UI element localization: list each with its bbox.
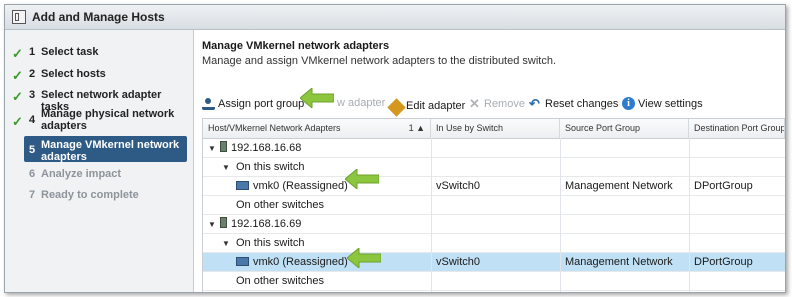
column-divider xyxy=(431,138,432,292)
host-name: 192.168.16.69 xyxy=(231,218,302,230)
page-title: Manage VMkernel network adapters xyxy=(202,40,390,52)
annotation-arrow-icon xyxy=(300,88,334,108)
table-row-adapter-selected[interactable]: vmk0 (Reassigned) vSwitch0 Management Ne… xyxy=(203,253,785,272)
remove-label: Remove xyxy=(484,97,525,110)
group-label: On this switch xyxy=(236,237,305,249)
sort-ascending-icon: 1 ▲ xyxy=(408,123,425,133)
toolbar: Assign port group w adapter Edit adapter… xyxy=(202,97,782,117)
table-row-host[interactable]: ▼ 192.168.16.68 xyxy=(203,139,785,158)
group-label: On other switches xyxy=(236,199,325,211)
group-label: On other switches xyxy=(236,275,325,287)
edit-adapter-label: Edit adapter xyxy=(406,99,466,112)
step-label: Analyze impact xyxy=(41,168,122,180)
pencil-icon xyxy=(387,98,406,117)
step-label: Manage physical network adapters xyxy=(41,108,175,132)
column-header-source-pg[interactable]: Source Port Group xyxy=(560,119,689,138)
expand-triangle-icon[interactable]: ▼ xyxy=(222,163,230,172)
remove-x-icon: ✕ xyxy=(469,96,480,111)
view-settings-button[interactable]: i View settings xyxy=(622,97,703,110)
table-row-host[interactable]: ▼ 192.168.16.69 xyxy=(203,215,785,234)
step-number: 4 xyxy=(29,114,36,126)
column-header-adapters[interactable]: Host/VMkernel Network Adapters 1 ▲ xyxy=(203,119,431,138)
main-panel: Manage VMkernel network adapters Manage … xyxy=(194,30,785,292)
wizard-steps: ✓ 1 Select task ✓ 2 Select hosts ✓ 3 Sel… xyxy=(5,30,194,292)
step-label: Select hosts xyxy=(41,68,106,80)
expand-triangle-icon[interactable]: ▼ xyxy=(208,220,216,229)
column-header-dest-pg[interactable]: Destination Port Group xyxy=(689,119,785,138)
table-row-group[interactable]: On other switches xyxy=(203,272,785,291)
table-row-group[interactable]: ▼ On this switch xyxy=(203,234,785,253)
step-number: 1 xyxy=(29,46,36,58)
info-icon: i xyxy=(622,97,635,110)
annotation-arrow-icon xyxy=(347,248,381,268)
checkmark-icon: ✓ xyxy=(12,46,23,61)
vmkernel-adapter-icon xyxy=(236,181,249,190)
step-number: 6 xyxy=(29,168,36,180)
table-header: Host/VMkernel Network Adapters 1 ▲ In Us… xyxy=(203,119,785,139)
step-number: 7 xyxy=(29,189,36,201)
host-icon xyxy=(220,217,227,228)
source-port-group: Management Network xyxy=(565,180,673,192)
assign-port-group-label: Assign port group xyxy=(218,97,305,110)
remove-button[interactable]: ✕ Remove xyxy=(468,97,525,110)
new-adapter-label: w adapter xyxy=(337,97,386,109)
adapters-table: Host/VMkernel Network Adapters 1 ▲ In Us… xyxy=(202,118,785,292)
column-divider xyxy=(560,138,561,292)
checkmark-icon: ✓ xyxy=(12,68,23,83)
undo-icon: ↶ xyxy=(529,96,540,111)
reset-changes-button[interactable]: ↶ Reset changes xyxy=(529,97,618,110)
checkmark-icon: ✓ xyxy=(12,114,23,129)
column-header-label: In Use by Switch xyxy=(436,123,504,133)
step-label: Ready to complete xyxy=(41,189,139,201)
step-number: 5 xyxy=(29,144,36,156)
step-label: Select task xyxy=(41,46,99,58)
destination-port-group: DPortGroup xyxy=(694,256,753,268)
view-settings-label: View settings xyxy=(638,97,703,110)
step-label: Manage VMkernel network adapters xyxy=(41,139,180,163)
in-use-switch: vSwitch0 xyxy=(436,180,481,192)
table-row-group[interactable]: ▼ On this switch xyxy=(203,158,785,177)
assign-port-group-button[interactable]: Assign port group xyxy=(202,97,304,110)
table-row-group[interactable]: On other switches xyxy=(203,196,785,215)
edit-adapter-button[interactable]: Edit adapter xyxy=(387,97,466,117)
source-port-group: Management Network xyxy=(565,256,673,268)
column-header-label: Source Port Group xyxy=(565,123,641,133)
destination-port-group: DPortGroup xyxy=(694,180,753,192)
column-header-label: Host/VMkernel Network Adapters xyxy=(208,123,341,133)
column-divider xyxy=(689,138,690,292)
wizard-window: Add and Manage Hosts ✓ 1 Select task ✓ 2… xyxy=(4,4,786,293)
expand-triangle-icon[interactable]: ▼ xyxy=(208,144,216,153)
reset-changes-label: Reset changes xyxy=(545,97,619,110)
wizard-icon xyxy=(12,10,26,24)
column-header-in-use[interactable]: In Use by Switch xyxy=(431,119,560,138)
expand-triangle-icon[interactable]: ▼ xyxy=(222,239,230,248)
title-bar: Add and Manage Hosts xyxy=(5,5,785,30)
step-number: 3 xyxy=(29,89,36,101)
new-adapter-button[interactable]: w adapter xyxy=(337,97,385,109)
host-name: 192.168.16.68 xyxy=(231,142,302,154)
annotation-arrow-icon xyxy=(345,169,379,189)
assign-port-group-icon xyxy=(202,97,215,110)
adapter-name: vmk0 (Reassigned) xyxy=(253,180,348,192)
in-use-switch: vSwitch0 xyxy=(436,256,481,268)
vmkernel-adapter-icon xyxy=(236,257,249,266)
group-label: On this switch xyxy=(236,161,305,173)
page-subtitle: Manage and assign VMkernel network adapt… xyxy=(202,55,557,67)
host-icon xyxy=(220,141,227,152)
window-title: Add and Manage Hosts xyxy=(32,10,165,24)
column-header-label: Destination Port Group xyxy=(694,123,785,133)
adapter-name: vmk0 (Reassigned) xyxy=(253,256,348,268)
table-row-adapter[interactable]: vmk0 (Reassigned) vSwitch0 Management Ne… xyxy=(203,177,785,196)
checkmark-icon: ✓ xyxy=(12,89,23,104)
step-number: 2 xyxy=(29,68,36,80)
